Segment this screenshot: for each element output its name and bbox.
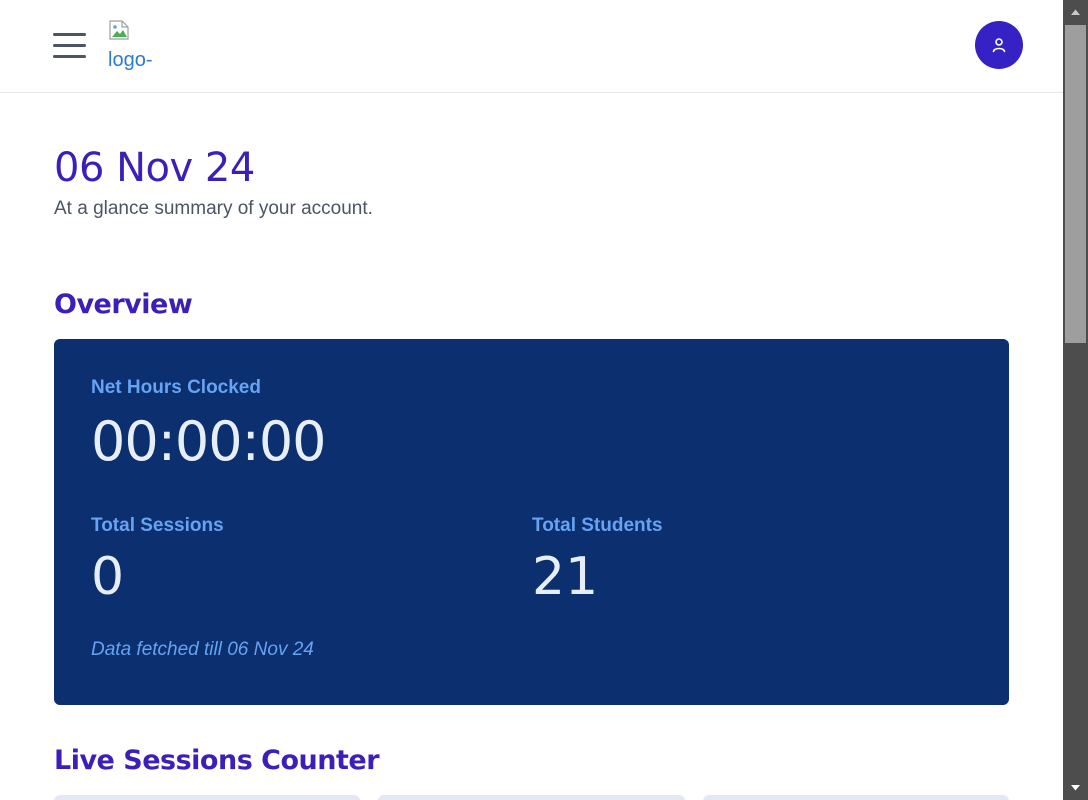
overview-heading: Overview	[54, 289, 193, 320]
net-hours-label: Net Hours Clocked	[91, 377, 261, 398]
hamburger-menu-icon[interactable]	[53, 33, 86, 59]
user-icon	[992, 38, 1006, 53]
live-sessions-heading: Live Sessions Counter	[54, 745, 380, 776]
data-fetched-note: Data fetched till 06 Nov 24	[91, 639, 314, 660]
page-title-date: 06 Nov 24	[54, 145, 255, 191]
hamburger-line	[53, 33, 86, 36]
page-viewport: logo- 06 Nov 24 At a glance summary of y…	[0, 0, 1063, 800]
scroll-down-arrow-icon[interactable]	[1063, 775, 1088, 800]
live-session-card[interactable]	[703, 795, 1009, 800]
hamburger-line	[53, 44, 86, 47]
overview-card: Net Hours Clocked 00:00:00 Total Session…	[54, 339, 1009, 705]
total-students-label: Total Students	[532, 515, 663, 536]
logo-alt-text: logo-	[108, 49, 153, 71]
page-subtitle: At a glance summary of your account.	[54, 198, 373, 219]
total-sessions-value: 0	[91, 547, 125, 607]
live-session-card[interactable]	[54, 795, 360, 800]
total-students-value: 21	[532, 547, 599, 607]
broken-image-icon	[109, 20, 129, 40]
net-hours-value: 00:00:00	[91, 410, 327, 473]
top-header: logo-	[0, 0, 1063, 93]
logo[interactable]: logo-	[108, 18, 168, 74]
vertical-scrollbar[interactable]	[1063, 0, 1088, 800]
scrollbar-thumb[interactable]	[1065, 25, 1086, 343]
total-sessions-label: Total Sessions	[91, 515, 224, 536]
scroll-up-arrow-icon[interactable]	[1063, 0, 1088, 25]
user-avatar-button[interactable]	[975, 21, 1023, 69]
live-session-card[interactable]	[378, 795, 685, 800]
hamburger-line	[53, 55, 86, 58]
